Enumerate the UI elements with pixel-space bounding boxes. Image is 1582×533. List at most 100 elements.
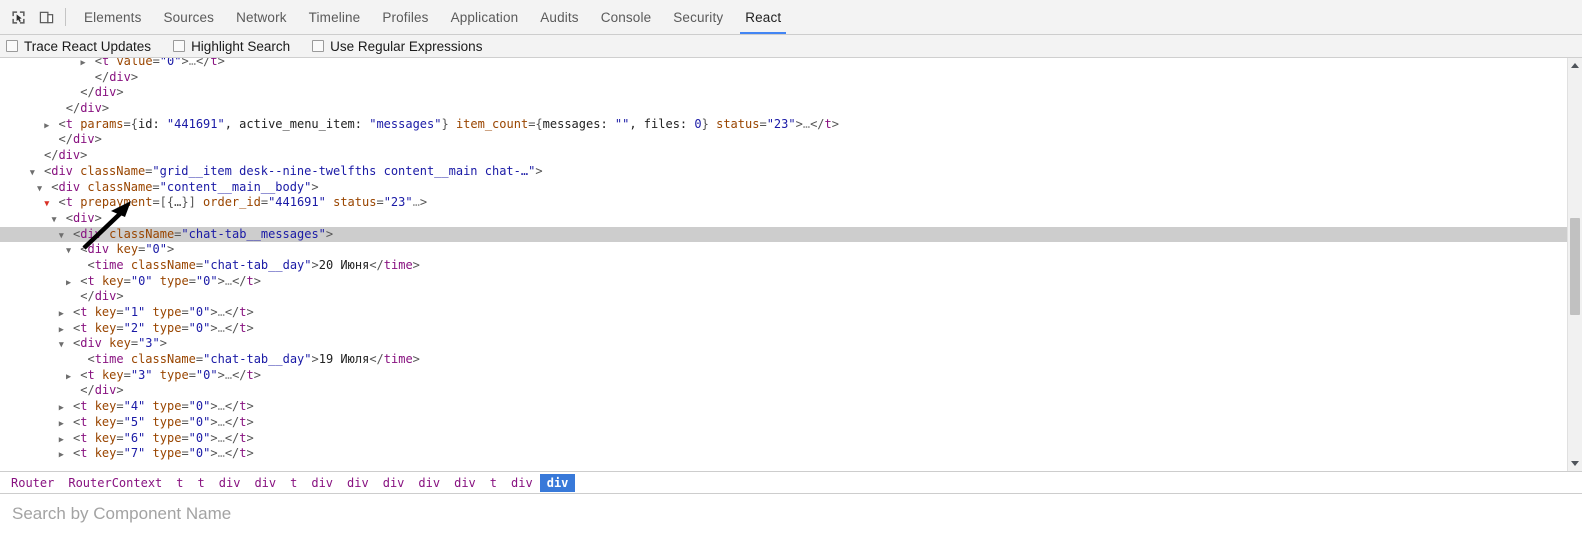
tree-row[interactable]: ▶ </div> <box>0 148 1567 164</box>
tree-row[interactable]: ▼ <t prepayment=[{…}] order_id="441691" … <box>0 195 1567 211</box>
code-token-punct: </ <box>224 305 240 319</box>
tab-console[interactable]: Console <box>590 0 663 34</box>
tree-row[interactable]: ▶ </div> <box>0 132 1567 148</box>
code-token-attr: key <box>94 446 117 461</box>
tab-security[interactable]: Security <box>662 0 734 34</box>
code-token-tag: div <box>58 148 81 163</box>
breadcrumb-item[interactable]: t <box>483 474 504 492</box>
code-token-attr: key <box>94 320 117 335</box>
device-toolbar-icon[interactable] <box>32 4 60 30</box>
code-token-tag: div <box>72 210 95 225</box>
breadcrumb-item[interactable]: div <box>340 474 376 492</box>
tree-row[interactable]: ▼ <div key="3"> <box>0 336 1567 352</box>
breadcrumb-item[interactable]: t <box>283 474 304 492</box>
breadcrumb: Router RouterContext t t div div t div div div div… <box>0 471 1582 493</box>
breadcrumb-item[interactable]: div <box>447 474 483 492</box>
code-token-attr: status <box>716 116 760 131</box>
tab-network[interactable]: Network <box>225 0 298 34</box>
tree-row-selected[interactable]: ▼ <div className="chat-tab__messages"> <box>0 226 1567 243</box>
code-token-attr: key <box>116 242 139 257</box>
tree-row[interactable]: ▼ <div className="grid__item desk--nine-… <box>0 164 1567 180</box>
option-use-regular-expressions[interactable]: Use Regular Expressions <box>312 39 482 54</box>
code-token-attr: prepayment <box>80 195 153 210</box>
code-token-val: "0" <box>188 430 211 445</box>
code-token-punct: > <box>311 257 319 272</box>
tree-row[interactable]: ▶ <t key="3" type="0">…</t> <box>0 368 1567 384</box>
breadcrumb-item[interactable]: div <box>411 474 447 492</box>
tree-row[interactable]: ▶ <t key="6" type="0">…</t> <box>0 431 1567 447</box>
breadcrumb-item[interactable]: RouterContext <box>61 474 169 492</box>
code-token-val: "grid__item desk--nine-twelfths content_… <box>152 163 536 178</box>
inspect-element-icon[interactable] <box>4 4 32 30</box>
highlight-search-checkbox[interactable] <box>173 40 186 52</box>
tree-row[interactable]: ▶ </div> <box>0 101 1567 117</box>
scrollbar-thumb[interactable] <box>1570 218 1580 315</box>
breadcrumb-item[interactable]: div <box>247 474 283 492</box>
tree-row[interactable]: ▶ </div> <box>0 289 1567 305</box>
breadcrumb-item-selected[interactable]: div <box>539 473 576 492</box>
trace-react-updates-checkbox[interactable] <box>6 40 18 52</box>
breadcrumb-item[interactable]: div <box>304 474 340 492</box>
code-token-txt: 19 Июля <box>318 352 370 367</box>
search-input[interactable] <box>12 503 1570 524</box>
breadcrumb-item[interactable]: Router <box>4 474 61 492</box>
tree-row[interactable]: ▶ <t key="5" type="0">…</t> <box>0 415 1567 431</box>
tree-row[interactable]: ▼ <div key="0"> <box>0 242 1567 258</box>
use-regular-expressions-checkbox[interactable] <box>312 40 325 52</box>
tree-row[interactable]: ▶ <t key="0" type="0">…</t> <box>0 274 1567 290</box>
tab-profiles[interactable]: Profiles <box>371 0 439 34</box>
expand-triangle-icon[interactable]: ▶ <box>57 448 66 464</box>
vertical-scrollbar[interactable] <box>1567 58 1582 471</box>
tree-row[interactable]: ▶ <t key="7" type="0">…</t> <box>0 446 1567 462</box>
code-token-val: "5" <box>123 414 146 429</box>
tree-row[interactable]: ▶ </div> <box>0 85 1567 101</box>
code-token-val: "0" <box>188 414 211 429</box>
tree-row[interactable]: ▶ </div> <box>0 383 1567 399</box>
tree-row[interactable]: ▶ <t key="2" type="0">…</t> <box>0 321 1567 337</box>
option-trace-react-updates[interactable]: Trace React Updates <box>6 39 151 54</box>
code-token-val: "0" <box>188 320 211 335</box>
tree-row[interactable]: ▶ </div> <box>0 70 1567 86</box>
tab-application[interactable]: Application <box>440 0 530 34</box>
tree-row[interactable]: ▼ <div className="content__main__body"> <box>0 180 1567 196</box>
code-token-punct: </ <box>80 85 95 100</box>
code-token-punct: > <box>246 414 254 429</box>
breadcrumb-item[interactable]: div <box>504 474 540 492</box>
code-token-attr: type <box>152 320 182 335</box>
tab-react[interactable]: React <box>734 0 792 34</box>
code-token-val: 0 <box>694 116 702 131</box>
tab-audits[interactable]: Audits <box>529 0 589 34</box>
code-token-attr: key <box>94 305 117 319</box>
scroll-down-arrow-icon[interactable] <box>1568 456 1582 471</box>
code-token-punct: > <box>210 399 218 414</box>
code-token-ellip: … <box>224 273 233 288</box>
code-token-tag: div <box>80 101 102 116</box>
option-highlight-search[interactable]: Highlight Search <box>173 39 290 54</box>
tab-sources[interactable]: Sources <box>152 0 225 34</box>
code-token-val: "7" <box>123 446 146 461</box>
tree-row[interactable]: ▶ <time className="chat-tab__day">19 Июл… <box>0 352 1567 368</box>
code-token-punct <box>87 305 94 319</box>
tree-row[interactable]: ▶ <t value="0">…</t> <box>0 58 1567 70</box>
breadcrumb-item[interactable]: t <box>169 474 190 492</box>
code-token-tag: t <box>239 305 247 319</box>
code-token-punct <box>95 368 102 382</box>
tree-row[interactable]: ▶ <t key="1" type="0">…</t> <box>0 305 1567 321</box>
breadcrumb-item[interactable]: t <box>191 474 212 492</box>
code-token-attr: key <box>94 430 117 445</box>
tree-gap <box>66 336 73 350</box>
component-tree[interactable]: ▶ <t value="0">…</t>▶ </div>▶ </div>▶ </… <box>0 58 1567 471</box>
code-token-punct: > <box>253 273 261 288</box>
tree-row[interactable]: ▶ <t key="4" type="0">…</t> <box>0 399 1567 415</box>
tree-row[interactable]: ▼ <div> <box>0 211 1567 227</box>
breadcrumb-item[interactable]: div <box>376 474 412 492</box>
tab-elements[interactable]: Elements <box>73 0 152 34</box>
tab-timeline[interactable]: Timeline <box>298 0 372 34</box>
tree-row[interactable]: ▶ <time className="chat-tab__day">20 Июн… <box>0 258 1567 274</box>
code-token-val: "content__main__body" <box>159 179 312 194</box>
breadcrumb-item[interactable]: div <box>212 474 248 492</box>
tree-row[interactable]: ▶ <t params={id: "441691", active_menu_i… <box>0 117 1567 133</box>
scroll-up-arrow-icon[interactable] <box>1568 58 1582 73</box>
code-token-ellip: … <box>217 414 225 429</box>
code-token-ellip: … <box>217 305 225 319</box>
